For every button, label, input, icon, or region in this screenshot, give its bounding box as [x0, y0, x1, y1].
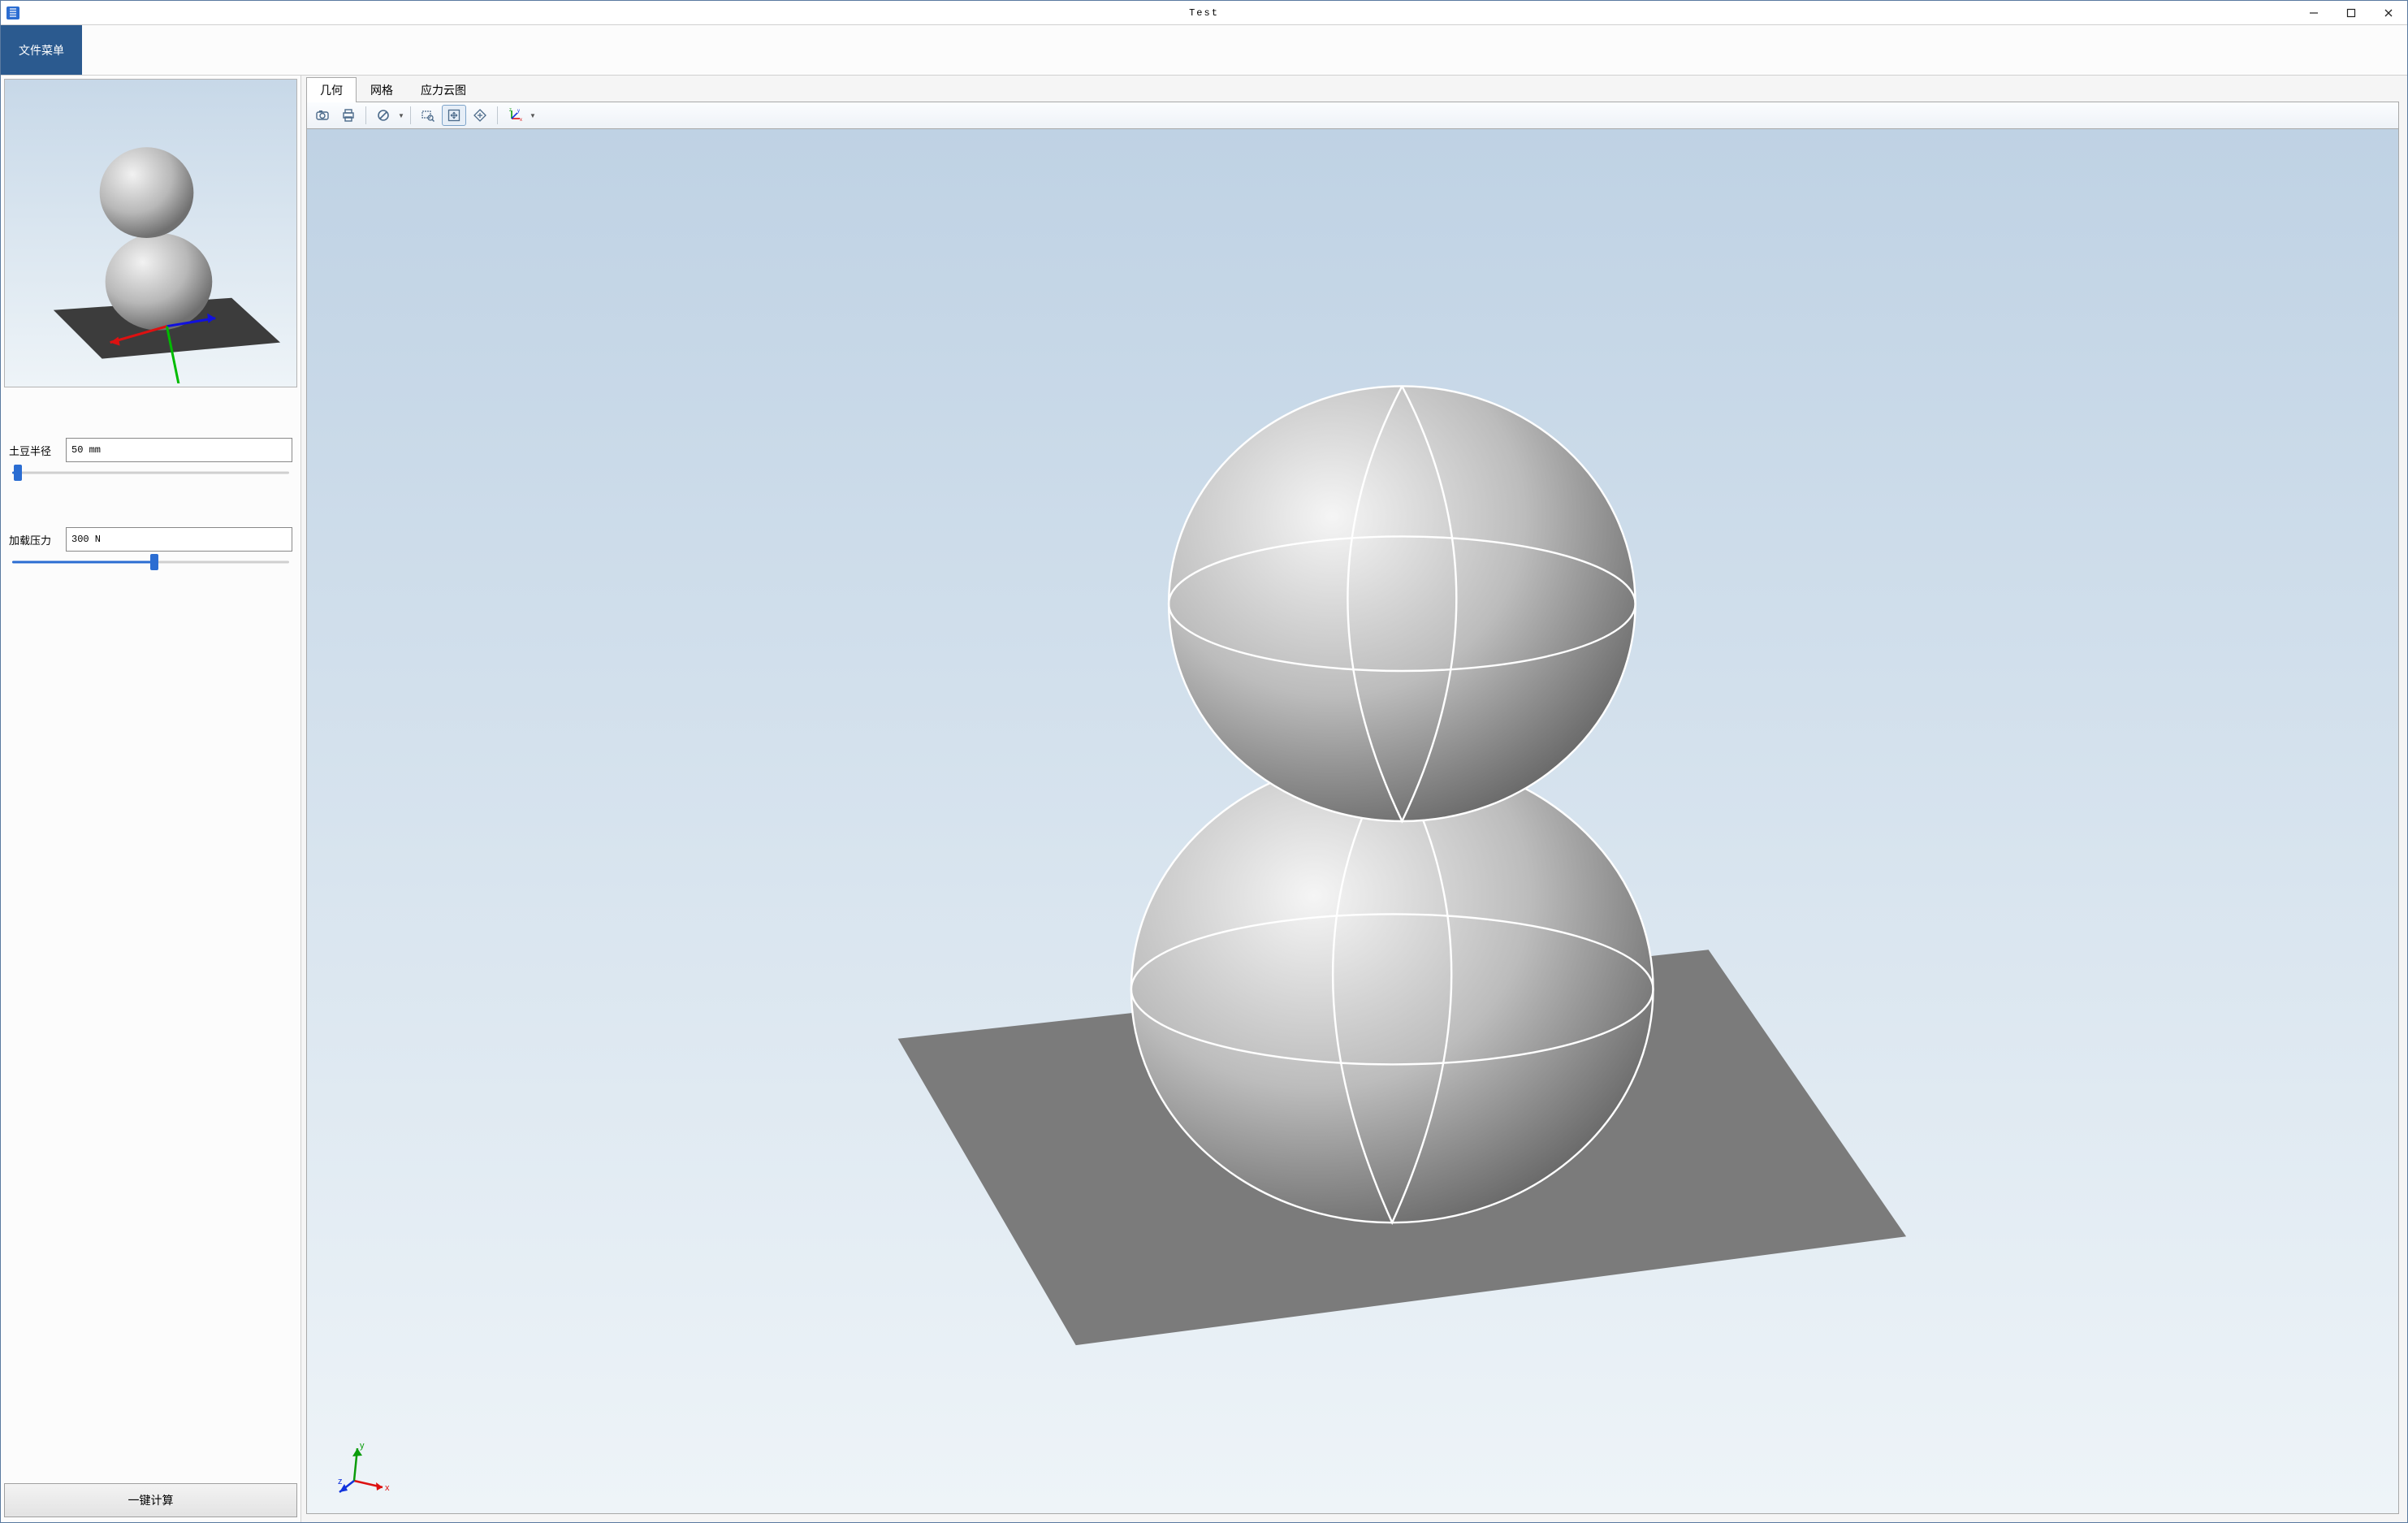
tab-bar: 几何网格应力云图	[306, 79, 2399, 102]
pressure-block: 加载压力	[9, 527, 292, 573]
expand-icon[interactable]	[468, 105, 492, 126]
print-icon[interactable]	[336, 105, 361, 126]
body: 土豆半径 加载压力	[1, 76, 2407, 1522]
chevron-down-icon[interactable]: ▼	[397, 112, 405, 119]
viewport-3d[interactable]: x y z	[306, 129, 2399, 1514]
svg-text:z: z	[509, 108, 512, 113]
fit-view-icon[interactable]	[442, 105, 466, 126]
viewport-toolbar: ▼ x zy ▼	[306, 102, 2399, 129]
title-bar: Test	[1, 1, 2407, 25]
main-area: 几何网格应力云图 ▼ xzy ▼	[301, 76, 2407, 1522]
zoom-rect-icon[interactable]	[416, 105, 440, 126]
compute-button[interactable]: 一键计算	[4, 1483, 297, 1517]
radius-slider[interactable]	[9, 462, 292, 483]
tab-mesh[interactable]: 网格	[357, 77, 407, 102]
close-button[interactable]	[2370, 1, 2407, 24]
no-sign-icon[interactable]	[371, 105, 396, 126]
camera-icon[interactable]	[310, 105, 335, 126]
slider-thumb[interactable]	[14, 465, 22, 481]
svg-text:x: x	[520, 118, 522, 123]
pressure-slider[interactable]	[9, 552, 292, 573]
app-icon	[5, 5, 21, 21]
preview-3d[interactable]	[4, 79, 297, 387]
window-controls	[2295, 1, 2407, 24]
tab-geom[interactable]: 几何	[306, 77, 357, 102]
file-menu-button[interactable]: 文件菜单	[1, 25, 82, 75]
pressure-label: 加载压力	[9, 532, 61, 547]
pressure-input[interactable]	[66, 527, 292, 552]
axis-triad: x y z	[338, 1440, 395, 1497]
maximize-button[interactable]	[2332, 1, 2370, 24]
radius-input[interactable]	[66, 438, 292, 462]
axes-icon[interactable]: x zy	[503, 105, 527, 126]
radius-label: 土豆半径	[9, 443, 61, 458]
axis-y-label: y	[360, 1441, 365, 1451]
ribbon: 文件菜单	[1, 25, 2407, 76]
radius-block: 土豆半径	[9, 438, 292, 483]
param-area: 土豆半径 加载压力	[1, 391, 300, 1483]
slider-thumb[interactable]	[150, 554, 158, 570]
chevron-down-icon[interactable]: ▼	[529, 112, 537, 119]
minimize-button[interactable]	[2295, 1, 2332, 24]
axis-z-label: z	[338, 1477, 343, 1486]
tab-stress[interactable]: 应力云图	[407, 77, 480, 102]
svg-text:y: y	[517, 109, 520, 114]
window-title: Test	[1189, 7, 1219, 19]
sidebar: 土豆半径 加载压力	[1, 76, 301, 1522]
axis-x-label: x	[385, 1483, 390, 1493]
app-window: Test 文件菜单	[0, 0, 2408, 1523]
